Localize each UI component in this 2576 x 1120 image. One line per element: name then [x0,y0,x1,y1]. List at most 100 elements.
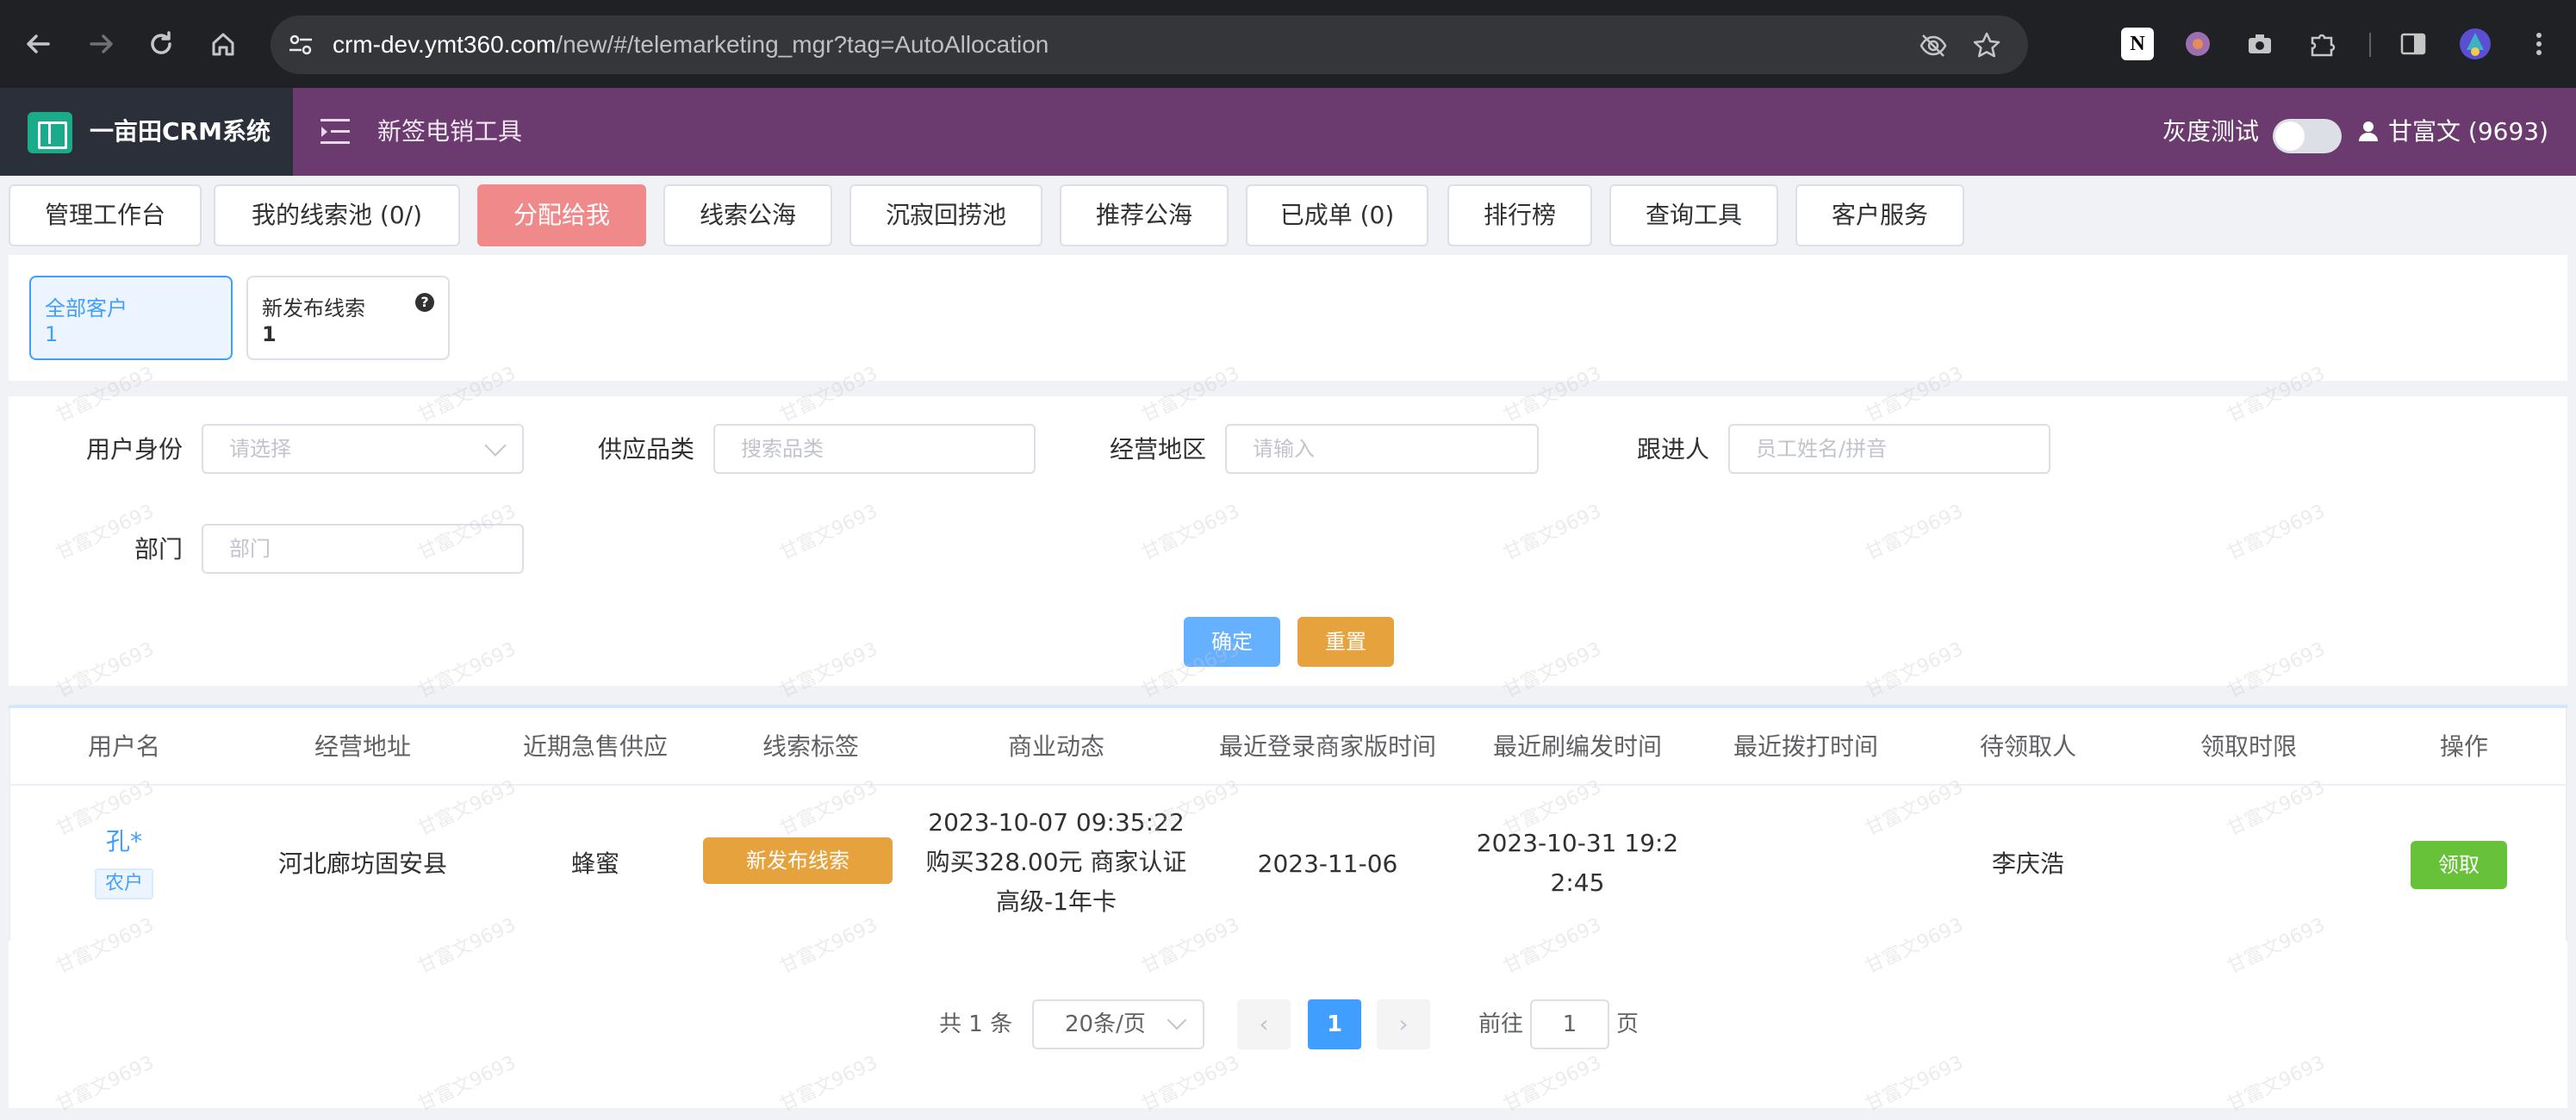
forward-icon[interactable] [79,22,122,65]
more-icon[interactable] [2523,28,2555,60]
card-count: 1 [45,322,59,346]
page-size-select[interactable]: 20条/页 [1032,999,1204,1049]
filter-form: 用户身份 请选择 供应品类 搜索品类 经营地区 请输入 跟进人 员工姓名/拼音 … [9,396,2567,686]
last-login-cell: 2023-11-06 [1257,849,1398,878]
goto-page-input[interactable]: 1 [1530,999,1609,1049]
address-bar[interactable]: crm-dev.ymt360.com/new/#/telemarketing_m… [271,16,2028,74]
side-panel-icon[interactable] [2397,28,2430,60]
pagination: 共 1 条 20条/页 ‹ 1 › 前往 1 页 [9,941,2567,1108]
col-address: 经营地址 [314,732,411,761]
lead-tag-badge: 新发布线索 [703,837,893,884]
username-link[interactable]: 孔* [10,822,238,862]
tab-leaderboard[interactable]: 排行榜 [1447,184,1592,246]
back-icon[interactable] [17,22,60,65]
reset-button[interactable]: 重置 [1297,617,1394,667]
brand[interactable]: 一亩田CRM系统 [0,88,293,176]
dept-label: 部门 [134,535,183,563]
goto-label: 前往 [1478,1011,1524,1037]
follower-placeholder: 员工姓名/拼音 [1756,437,1888,461]
app-header: 一亩田CRM系统 新签电销工具 灰度测试 甘富文 (9693) [0,88,2576,176]
category-input[interactable]: 搜索品类 [713,424,1036,474]
total-count: 共 1 条 [939,1011,1013,1037]
next-page-button[interactable]: › [1377,999,1430,1049]
table-header: 用户名 经营地址 近期急售供应 线索标签 商业动态 最近登录商家版时间 最近刷编… [9,708,2567,786]
user-menu[interactable]: 甘富文 (9693) [2357,88,2548,176]
page-size-value: 20条/页 [1065,1011,1146,1037]
identity-select[interactable]: 请选择 [202,424,524,474]
region-label: 经营地区 [1109,435,1206,464]
gray-test-toggle[interactable] [2273,119,2342,153]
card-all-customers[interactable]: 全部客户 1 [29,276,233,360]
biz-activity-cell: 2023-10-07 09:35:22 购买328.00元 商家认证 高级-1年… [910,803,1203,922]
tab-customer-service[interactable]: 客户服务 [1795,184,1964,246]
eye-off-icon[interactable] [1918,30,1949,61]
col-last-login: 最近登录商家版时间 [1218,732,1436,761]
tab-recommended-pool[interactable]: 推荐公海 [1060,184,1229,246]
dept-input[interactable]: 部门 [202,524,524,574]
camera-icon[interactable] [2243,28,2276,60]
page-suffix: 页 [1616,1011,1640,1037]
reload-icon[interactable] [140,22,183,65]
follower-input[interactable]: 员工姓名/拼音 [1728,424,2050,474]
last-refresh-cell: 2023-10-31 19:2 2:45 [1461,824,1694,903]
biz-activity-line: 高级-1年卡 [996,887,1117,916]
identity-placeholder: 请选择 [229,437,291,461]
region-placeholder: 请输入 [1253,437,1315,461]
extension-icon[interactable] [2181,28,2214,60]
col-deadline: 领取时限 [2200,732,2297,761]
identity-label: 用户身份 [85,435,183,464]
category-cards: 全部客户 1 新发布线索 1 ? [9,255,2567,381]
tab-workbench[interactable]: 管理工作台 [9,184,202,246]
category-label: 供应品类 [597,435,694,464]
home-icon[interactable] [202,22,245,65]
menu-toggle-icon[interactable] [320,119,350,145]
card-title: 全部客户 [45,296,128,320]
claim-button[interactable]: 领取 [2411,841,2507,889]
card-new-leads[interactable]: 新发布线索 1 ? [246,276,450,360]
tab-my-leads[interactable]: 我的线索池 (0/) [214,184,460,246]
table-row: 孔* 农户 河北廊坊固安县 蜂蜜 新发布线索 2023-10-07 09:35:… [9,786,2567,943]
prev-page-button[interactable]: ‹ [1237,999,1291,1049]
profile-icon[interactable] [2459,28,2492,60]
toolbar-divider [2369,33,2371,57]
browser-toolbar: crm-dev.ymt360.com/new/#/telemarketing_m… [0,0,2576,88]
col-username: 用户名 [87,732,160,761]
page-number-current[interactable]: 1 [1308,999,1361,1049]
tab-closed-orders[interactable]: 已成单 (0) [1246,184,1428,246]
url-text[interactable]: crm-dev.ymt360.com/new/#/telemarketing_m… [333,16,1048,74]
user-icon [2359,121,2378,141]
last-refresh-line: 2023-10-31 19:2 [1476,829,1679,857]
last-refresh-line: 2:45 [1550,868,1605,897]
puzzle-icon[interactable] [2305,28,2338,60]
col-claimer: 待领取人 [1979,732,2076,761]
user-type-tag: 农户 [94,868,153,899]
dept-placeholder: 部门 [229,537,271,561]
help-icon[interactable]: ? [415,293,434,312]
gray-test-label: 灰度测试 [2162,117,2260,146]
star-icon[interactable] [1971,30,2002,61]
chevron-down-icon [1167,1010,1187,1030]
tab-dormant-pool[interactable]: 沉寂回捞池 [849,184,1042,246]
site-settings-icon[interactable] [286,30,315,59]
confirm-button[interactable]: 确定 [1184,617,1280,667]
col-supply: 近期急售供应 [522,732,668,761]
region-input[interactable]: 请输入 [1225,424,1539,474]
username-cell: 孔* 农户 [10,822,238,901]
supply-cell: 蜂蜜 [570,849,619,878]
category-placeholder: 搜索品类 [741,437,824,461]
biz-activity-line: 购买328.00元 商家认证 [925,848,1187,876]
col-last-refresh: 最近刷编发时间 [1492,732,1662,761]
tab-assigned-to-me[interactable]: 分配给我 [477,184,646,246]
card-count: 1 [262,322,277,346]
brand-name: 一亩田CRM系统 [90,117,271,146]
col-last-call: 最近拨打时间 [1733,732,1878,761]
brand-logo-icon [28,112,72,153]
tab-query-tools[interactable]: 查询工具 [1609,184,1778,246]
tool-title: 新签电销工具 [377,117,523,146]
card-title: 新发布线索 [262,296,365,320]
claimer-cell: 李庆浩 [1991,849,2064,878]
col-action: 操作 [2439,732,2488,761]
notion-icon[interactable]: N [2121,28,2154,60]
tab-lead-pool[interactable]: 线索公海 [663,184,832,246]
col-lead-tag: 线索标签 [762,732,859,761]
